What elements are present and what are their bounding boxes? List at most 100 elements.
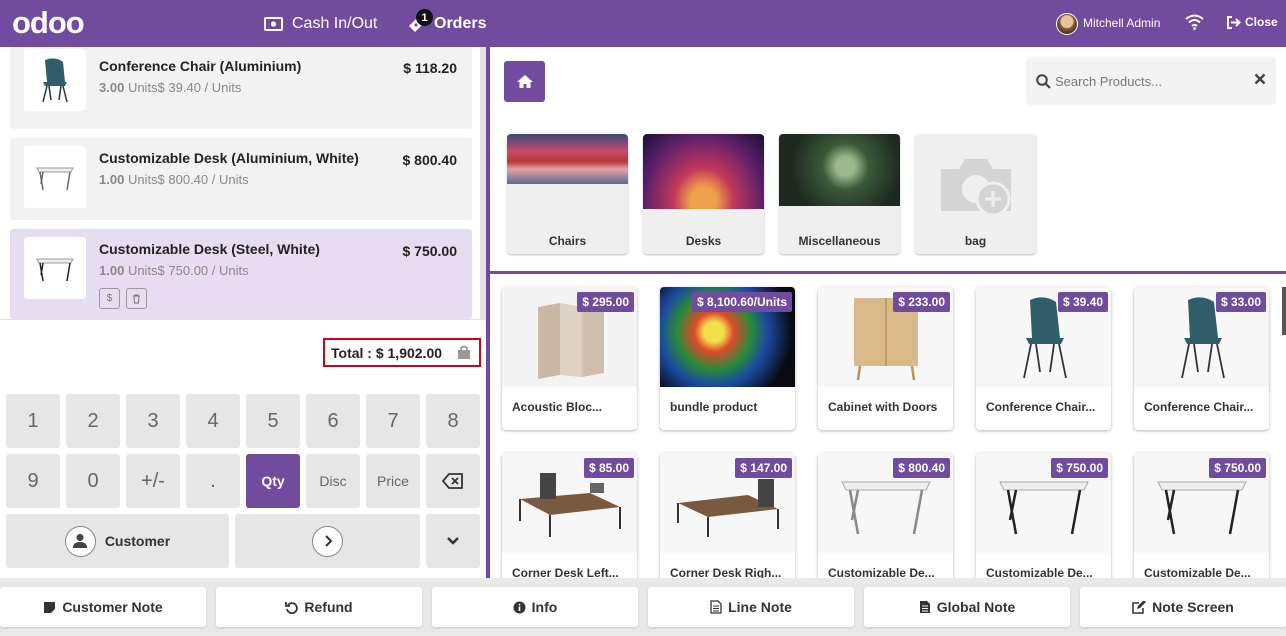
product-name: Corner Desk Righ...	[670, 566, 782, 578]
order-lines: Conference Chair (Aluminium) $ 118.20 3.…	[0, 47, 486, 319]
backspace-button[interactable]	[426, 454, 480, 508]
orderline-qty: 1.00	[99, 172, 125, 187]
close-button[interactable]: Close	[1226, 15, 1278, 29]
bag-icon	[458, 345, 470, 359]
product-name: Corner Desk Left...	[512, 566, 619, 578]
orderline-name: Customizable Desk (Aluminium, White)	[99, 150, 359, 166]
category-miscellaneous[interactable]: Miscellaneous	[779, 134, 900, 254]
customer-button[interactable]: Customer	[6, 514, 229, 568]
numpad-key-3[interactable]: 3	[126, 394, 180, 448]
price-edit-icon[interactable]: $	[99, 288, 120, 309]
product-card[interactable]: $ 147.00 Corner Desk Righ...	[660, 453, 795, 578]
customer-note-button[interactable]: Customer Note	[0, 587, 206, 627]
numpad-key-8[interactable]: 8	[426, 394, 480, 448]
clear-search-icon[interactable]	[1254, 73, 1266, 85]
product-name: Customizable De...	[986, 566, 1093, 578]
line-note-button[interactable]: Line Note	[648, 587, 854, 627]
orderline[interactable]: Conference Chair (Aluminium) $ 118.20 3.…	[10, 47, 472, 129]
category-desks[interactable]: Desks	[643, 134, 764, 254]
product-card[interactable]: $ 33.00 Conference Chair...	[1134, 287, 1269, 430]
user-name[interactable]: Mitchell Admin	[1083, 16, 1160, 30]
orderline-unit-price: Units$ 750.00 / Units	[127, 263, 249, 278]
user-icon	[64, 525, 96, 557]
numpad-key-0[interactable]: 0	[66, 454, 120, 508]
product-card[interactable]: $ 39.40 Conference Chair...	[976, 287, 1111, 430]
user-avatar[interactable]	[1056, 13, 1078, 35]
product-card[interactable]: $ 295.00 Acoustic Bloc...	[502, 287, 637, 430]
info-button[interactable]: Info	[432, 587, 638, 627]
product-price-tag: $ 750.00	[1209, 458, 1266, 478]
home-icon	[516, 75, 533, 88]
numpad-mode-qty[interactable]: Qty	[246, 454, 300, 508]
product-price-tag: $ 39.40	[1057, 292, 1108, 312]
divider	[0, 319, 486, 320]
orderline-qty: 3.00	[99, 80, 125, 95]
cash-in-out-button[interactable]: Cash In/Out	[264, 0, 377, 47]
numpad-key-7[interactable]: 7	[366, 394, 420, 448]
product-price-tag: $ 33.00	[1215, 292, 1266, 312]
payment-button[interactable]	[235, 514, 420, 568]
numpad-key-2[interactable]: 2	[66, 394, 120, 448]
category-bag[interactable]: bag	[915, 134, 1036, 254]
note-screen-button[interactable]: Note Screen	[1080, 587, 1286, 627]
product-name: Acoustic Bloc...	[512, 400, 603, 414]
product-price-tag: $ 233.00	[893, 292, 950, 312]
refund-button[interactable]: Refund	[216, 587, 422, 627]
camera-placeholder-icon	[915, 134, 1036, 234]
orderline[interactable]: Customizable Desk (Aluminium, White) $ 8…	[10, 138, 472, 220]
orderline-unit-price: Units$ 39.40 / Units	[127, 80, 242, 95]
category-image	[779, 134, 900, 206]
order-total: Total : $ 1,902.00	[323, 338, 481, 367]
home-category-button[interactable]	[504, 61, 545, 102]
product-price-tag: $ 295.00	[577, 292, 634, 312]
numpad-key-9[interactable]: 9	[6, 454, 60, 508]
product-card[interactable]: $ 750.00 Customizable De...	[976, 453, 1111, 578]
global-note-button[interactable]: Global Note	[864, 587, 1070, 627]
numpad-key-6[interactable]: 6	[306, 394, 360, 448]
product-list: $ 295.00 Acoustic Bloc... $ 8,100.60/Uni…	[490, 274, 1286, 578]
product-price-tag: $ 8,100.60/Units	[691, 292, 792, 312]
numpad-mode-disc[interactable]: Disc	[306, 454, 360, 508]
orderline-price: $ 750.00	[402, 243, 458, 259]
numpad-mode-price[interactable]: Price	[366, 454, 420, 508]
money-icon	[264, 16, 283, 31]
more-actions-button[interactable]	[426, 514, 480, 568]
orderline-detail: 1.00 Units$ 750.00 / Units	[99, 263, 249, 278]
category-chairs[interactable]: Chairs	[507, 134, 628, 254]
product-card[interactable]: $ 85.00 Corner Desk Left...	[502, 453, 637, 578]
sign-out-icon	[1227, 15, 1241, 29]
product-card[interactable]: $ 750.00 Customizable De...	[1134, 453, 1269, 578]
wifi-icon[interactable]	[1185, 14, 1204, 35]
product-card[interactable]: $ 800.40 Customizable De...	[818, 453, 953, 578]
chevron-right-icon	[312, 525, 343, 557]
numpad-key-plus-minus[interactable]: +/-	[126, 454, 180, 508]
numpad-key-4[interactable]: 4	[186, 394, 240, 448]
orderline-price: $ 800.40	[402, 152, 458, 168]
top-bar: odoo Cash In/Out Orders 1 Mitchell Admin…	[0, 0, 1286, 47]
chevron-down-icon	[447, 537, 459, 545]
category-image	[643, 134, 764, 209]
edit-icon	[1132, 600, 1147, 614]
product-name: bundle product	[670, 400, 758, 414]
search-bar	[1026, 57, 1276, 105]
product-price-tag: $ 85.00	[583, 458, 634, 478]
customer-label: Customer	[104, 533, 171, 549]
trash-icon[interactable]	[126, 288, 147, 309]
numpad-key-5[interactable]: 5	[246, 394, 300, 448]
category-label: Chairs	[548, 234, 587, 248]
product-card[interactable]: $ 233.00 Cabinet with Doors	[818, 287, 953, 430]
product-list-scrollbar[interactable]	[1282, 287, 1286, 335]
product-card[interactable]: $ 8,100.60/Units bundle product	[660, 287, 795, 430]
undo-icon	[285, 601, 299, 614]
orders-label: Orders	[434, 14, 487, 32]
search-input[interactable]	[1055, 69, 1235, 93]
numpad-key-decimal[interactable]: .	[186, 454, 240, 508]
order-panel: Conference Chair (Aluminium) $ 118.20 3.…	[0, 47, 486, 578]
orderline-selected[interactable]: Customizable Desk (Steel, White) $ 750.0…	[10, 229, 472, 319]
product-price-tag: $ 750.00	[1051, 458, 1108, 478]
global-note-label: Global Note	[936, 599, 1016, 615]
numpad-key-1[interactable]: 1	[6, 394, 60, 448]
product-thumbnail	[24, 146, 86, 208]
product-name: Customizable De...	[828, 566, 935, 578]
product-name: Cabinet with Doors	[828, 400, 938, 414]
